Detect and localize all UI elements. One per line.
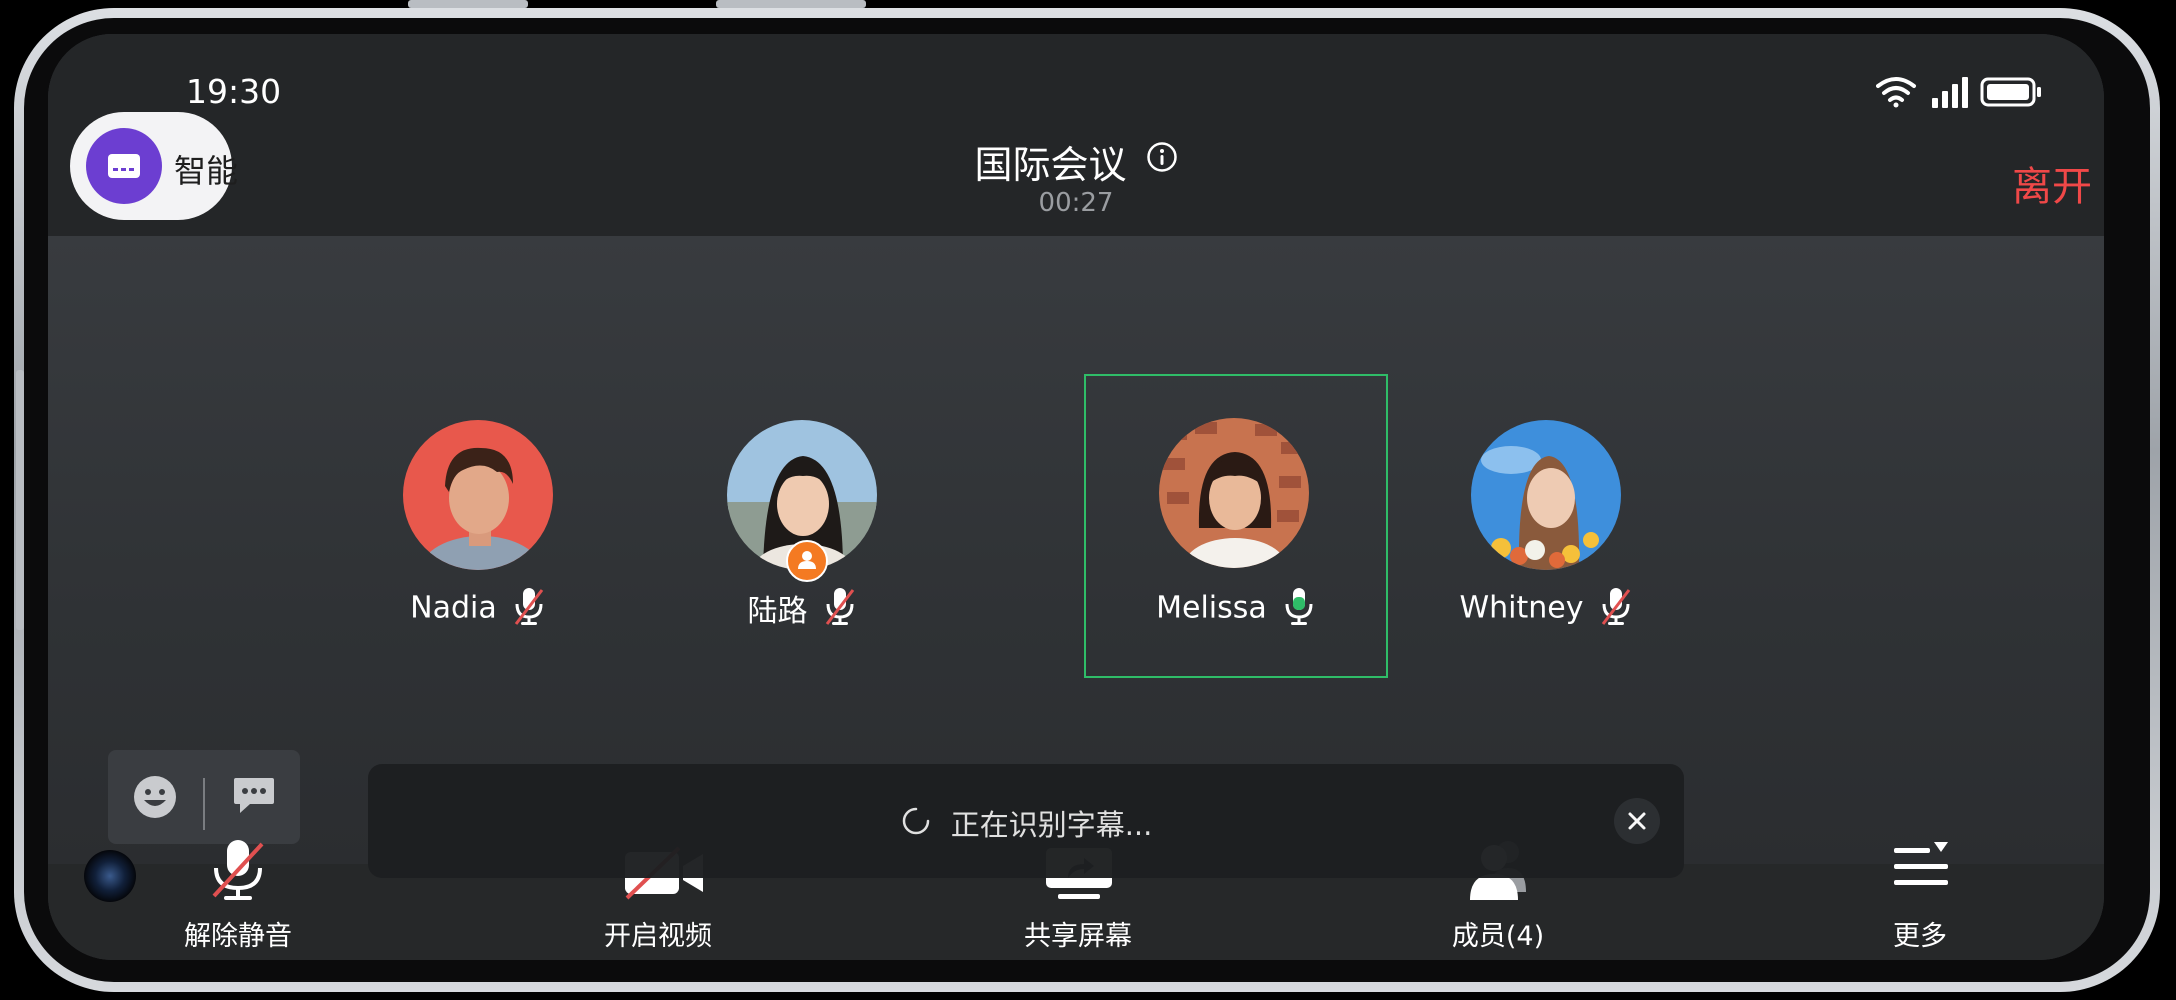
participant-tile[interactable]: 陆路 <box>652 376 952 676</box>
top-bar: 19:30 国际会议 00:27 离开 <box>48 34 2104 236</box>
more-icon <box>1890 838 1950 898</box>
participant-tile[interactable]: Whitney <box>1396 376 1696 676</box>
mic-speaking-icon <box>1282 586 1316 630</box>
smart-assist-label: 智能 <box>174 152 239 190</box>
participant-tile[interactable]: Nadia <box>328 376 628 676</box>
volume-button <box>716 0 866 8</box>
unmute-label: 解除静音 <box>184 921 292 952</box>
wifi-icon <box>1876 77 1916 108</box>
side-button <box>16 370 24 630</box>
participant-name: Whitney <box>1459 590 1584 626</box>
share-screen-label: 共享屏幕 <box>1024 921 1132 952</box>
smart-assist-button[interactable]: 智能 <box>70 112 238 220</box>
participant-name-row: Nadia <box>328 586 628 630</box>
battery-icon <box>1980 77 2041 107</box>
mic-muted-icon <box>823 586 857 630</box>
emoji-icon[interactable] <box>132 774 178 824</box>
unmute-button[interactable]: 解除静音 <box>148 834 328 954</box>
caption-status: 正在识别字幕... <box>368 802 1684 844</box>
info-icon[interactable] <box>1146 141 1178 177</box>
smart-assist-badge <box>86 128 162 204</box>
avatar <box>403 420 553 570</box>
host-icon <box>798 551 816 569</box>
chat-icon[interactable] <box>232 776 276 820</box>
meeting-timer: 00:27 <box>1038 188 1114 218</box>
start-video-label: 开启视频 <box>604 921 712 952</box>
subtitle-icon <box>108 154 140 178</box>
participant-name: Melissa <box>1156 590 1267 626</box>
participant-name: 陆路 <box>747 594 808 629</box>
caption-status-text: 正在识别字幕... <box>950 808 1153 842</box>
front-camera <box>84 850 136 902</box>
close-caption-button[interactable] <box>1614 798 1660 844</box>
avatar <box>1471 420 1621 570</box>
close-icon <box>1628 812 1646 830</box>
host-badge <box>786 540 828 582</box>
mic-muted-icon <box>512 586 546 630</box>
participant-name-row: Melissa <box>1086 586 1386 630</box>
status-icons <box>1876 74 2062 110</box>
more-label: 更多 <box>1893 921 1947 952</box>
participant-name-row: 陆路 <box>652 586 952 630</box>
meeting-header: 国际会议 <box>48 134 2104 189</box>
meeting-title: 国际会议 <box>974 143 1127 187</box>
mic-muted-icon <box>208 838 268 900</box>
divider <box>203 778 205 830</box>
signal-icon <box>1932 77 1968 108</box>
spinner-icon <box>900 805 932 841</box>
meeting-screen: 19:30 国际会议 00:27 离开 智能 Nadia 陆路 Melissa … <box>48 34 2104 960</box>
reaction-box <box>108 750 300 844</box>
participant-tile-active[interactable]: Melissa <box>1084 374 1388 678</box>
participant-name-row: Whitney <box>1396 586 1696 630</box>
more-button[interactable]: 更多 <box>1830 834 2010 954</box>
leave-button[interactable]: 离开 <box>2012 154 2092 212</box>
members-label: 成员(4) <box>1451 921 1545 952</box>
caption-bar: 正在识别字幕... <box>368 764 1684 878</box>
status-time: 19:30 <box>186 72 282 111</box>
power-button <box>408 0 528 8</box>
avatar <box>1159 418 1309 568</box>
participant-name: Nadia <box>410 590 497 626</box>
mic-muted-icon <box>1599 586 1633 630</box>
